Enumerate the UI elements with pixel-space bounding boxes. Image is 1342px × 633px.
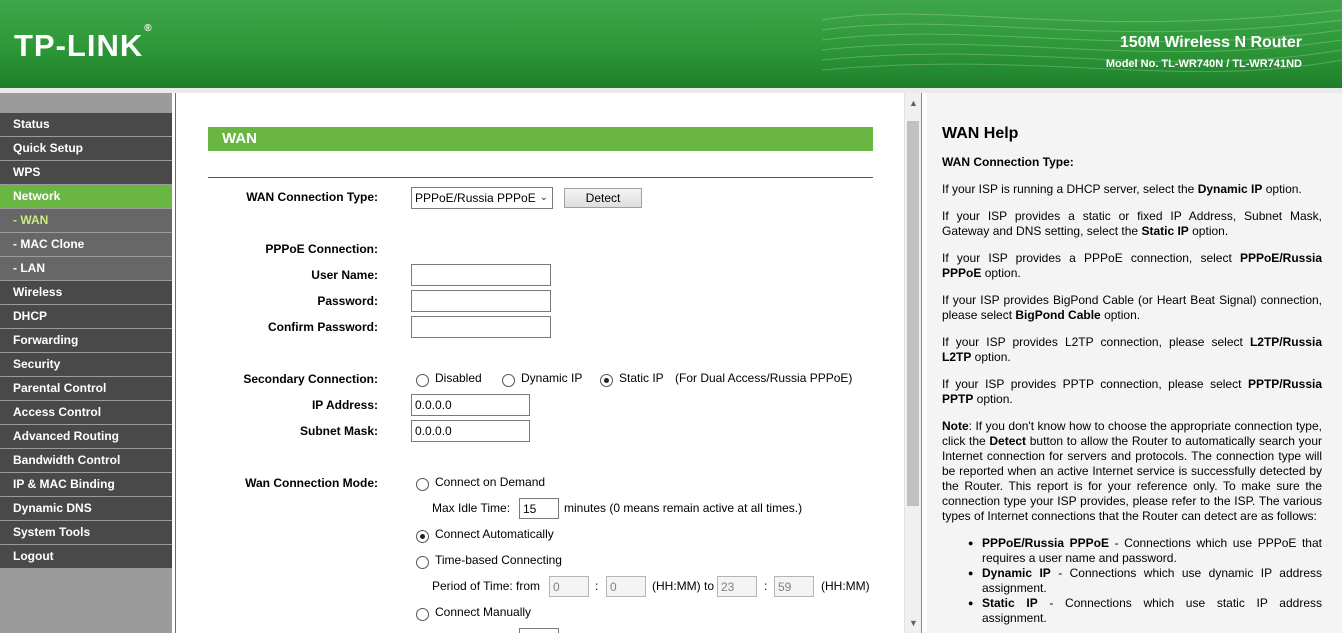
sidebar-item-advanced-routing[interactable]: Advanced Routing	[0, 425, 172, 449]
mode-manual-radio[interactable]	[416, 608, 429, 621]
section-divider	[208, 177, 873, 178]
main-scrollbar[interactable]: ▲ ▼	[904, 93, 921, 633]
secondary-disabled-radio[interactable]	[416, 374, 429, 387]
period-label: Period of Time: from	[432, 579, 541, 593]
secondary-connection-label: Secondary Connection:	[243, 372, 378, 386]
ip-address-label: IP Address:	[311, 398, 378, 412]
mode-manual-label: Connect Manually	[435, 605, 532, 619]
help-paragraph: If your ISP is running a DHCP server, se…	[942, 182, 1302, 196]
from-colon: :	[595, 579, 599, 593]
sidebar-item-status[interactable]: Status	[0, 113, 172, 137]
mode-time-based-radio[interactable]	[416, 556, 429, 569]
list-item: PPPoE/Russia PPPoE - Connections which u…	[968, 536, 1322, 566]
username-input[interactable]	[411, 264, 551, 286]
max-idle-label: Max Idle Time:	[432, 501, 511, 515]
product-title: 150M Wireless N Router	[1119, 34, 1302, 51]
tp-link-logo: TP-LINK®	[14, 22, 153, 63]
from-minute-input[interactable]: 0	[606, 576, 646, 597]
sidebar-item-bandwidth-control[interactable]: Bandwidth Control	[0, 449, 172, 473]
header-banner: TP-LINK® 150M Wireless N Router Model No…	[0, 0, 1342, 88]
confirm-password-input[interactable]	[411, 316, 551, 338]
list-item: Static IP - Connections which use static…	[968, 596, 1322, 626]
help-title: WAN Help	[942, 125, 1019, 142]
help-paragraph: If your ISP provides PPTP connection, pl…	[942, 377, 1322, 406]
help-paragraph: If your ISP provides BigPond Cable (or H…	[942, 293, 1322, 322]
max-idle-note: minutes (0 means remain active at all ti…	[564, 501, 803, 515]
wan-type-select[interactable]: PPPoE/Russia PPPoE ⌄	[411, 187, 553, 209]
product-model: Model No. TL-WR740N / TL-WR741ND	[1105, 58, 1302, 70]
section-title: WAN	[208, 127, 873, 151]
mode-auto-label: Connect Automatically	[435, 527, 554, 541]
list-item: Dynamic IP - Connections which use dynam…	[968, 566, 1322, 596]
chevron-down-icon[interactable]: ▼	[905, 615, 922, 632]
wan-type-label: WAN Connection Type:	[246, 190, 378, 204]
sidebar-item-network[interactable]: Network	[0, 185, 172, 209]
sidebar-item-wps[interactable]: WPS	[0, 161, 172, 185]
sidebar-item-access-control[interactable]: Access Control	[0, 401, 172, 425]
confirm-password-label: Confirm Password:	[267, 320, 378, 334]
help-note: Note: If you don't know how to choose th…	[942, 419, 1322, 523]
ip-address-input[interactable]: 0.0.0.0	[411, 394, 530, 416]
main-panel: WAN WAN Connection Type: PPPoE/Russia PP…	[175, 93, 904, 633]
mode-auto-radio[interactable]	[416, 530, 429, 543]
mode-on-demand-radio[interactable]	[416, 478, 429, 491]
help-bullet-list: PPPoE/Russia PPPoE - Connections which u…	[968, 536, 1322, 626]
subnet-mask-label: Subnet Mask:	[299, 424, 378, 438]
help-paragraph: If your ISP provides L2TP connection, pl…	[942, 335, 1322, 364]
sidebar-item-dynamic-dns[interactable]: Dynamic DNS	[0, 497, 172, 521]
sidebar-item-logout[interactable]: Logout	[0, 545, 172, 569]
password-input[interactable]	[411, 290, 551, 312]
sidebar-item-parental-control[interactable]: Parental Control	[0, 377, 172, 401]
scrollbar-thumb[interactable]	[907, 121, 919, 506]
sidebar: Status Quick Setup WPS Network - WAN - M…	[0, 93, 172, 633]
to-colon: :	[764, 579, 768, 593]
sidebar-item-dhcp[interactable]: DHCP	[0, 305, 172, 329]
connection-mode-label: Wan Connection Mode:	[245, 476, 378, 490]
wan-type-value: PPPoE/Russia PPPoE	[415, 191, 536, 205]
sidebar-item-lan[interactable]: - LAN	[0, 257, 172, 281]
secondary-dynamic-ip-label: Dynamic IP	[521, 371, 583, 385]
sidebar-item-forwarding[interactable]: Forwarding	[0, 329, 172, 353]
detect-button[interactable]: Detect	[564, 188, 642, 208]
username-label: User Name:	[311, 268, 378, 282]
mode-time-based-label: Time-based Connecting	[435, 553, 562, 567]
help-paragraph: If your ISP provides a static or fixed I…	[942, 209, 1322, 238]
mode-on-demand-label: Connect on Demand	[435, 475, 546, 489]
sidebar-item-wireless[interactable]: Wireless	[0, 281, 172, 305]
sidebar-item-security[interactable]: Security	[0, 353, 172, 377]
secondary-static-ip-label: Static IP	[619, 371, 664, 385]
sidebar-item-system-tools[interactable]: System Tools	[0, 521, 172, 545]
chevron-up-icon[interactable]: ▲	[905, 95, 922, 112]
hhmm-label: (HH:MM)	[821, 579, 870, 593]
from-hour-input[interactable]: 0	[549, 576, 589, 597]
secondary-note: (For Dual Access/Russia PPPoE)	[675, 371, 853, 385]
help-paragraph: If your ISP provides a PPPoE connection,…	[942, 251, 1322, 280]
sidebar-item-wan[interactable]: - WAN	[0, 209, 172, 233]
sidebar-item-quick-setup[interactable]: Quick Setup	[0, 137, 172, 161]
hhmm-to-label: (HH:MM) to	[652, 579, 714, 593]
to-hour-input[interactable]: 23	[717, 576, 757, 597]
max-idle-input[interactable]: 15	[519, 498, 559, 519]
secondary-static-ip-radio[interactable]	[600, 374, 613, 387]
secondary-dynamic-ip-radio[interactable]	[502, 374, 515, 387]
secondary-disabled-label: Disabled	[435, 371, 482, 385]
pppoe-heading: PPPoE Connection:	[265, 242, 378, 256]
subnet-mask-input[interactable]: 0.0.0.0	[411, 420, 530, 442]
to-minute-input[interactable]: 59	[774, 576, 814, 597]
sidebar-item-ip-mac-binding[interactable]: IP & MAC Binding	[0, 473, 172, 497]
help-panel: WAN Help WAN Connection Type: If your IS…	[927, 93, 1342, 633]
chevron-down-icon: ⌄	[539, 192, 548, 203]
manual-idle-input[interactable]	[519, 628, 559, 633]
sidebar-item-mac-clone[interactable]: - MAC Clone	[0, 233, 172, 257]
password-label: Password:	[317, 294, 378, 308]
help-subtitle: WAN Connection Type:	[942, 155, 1074, 169]
